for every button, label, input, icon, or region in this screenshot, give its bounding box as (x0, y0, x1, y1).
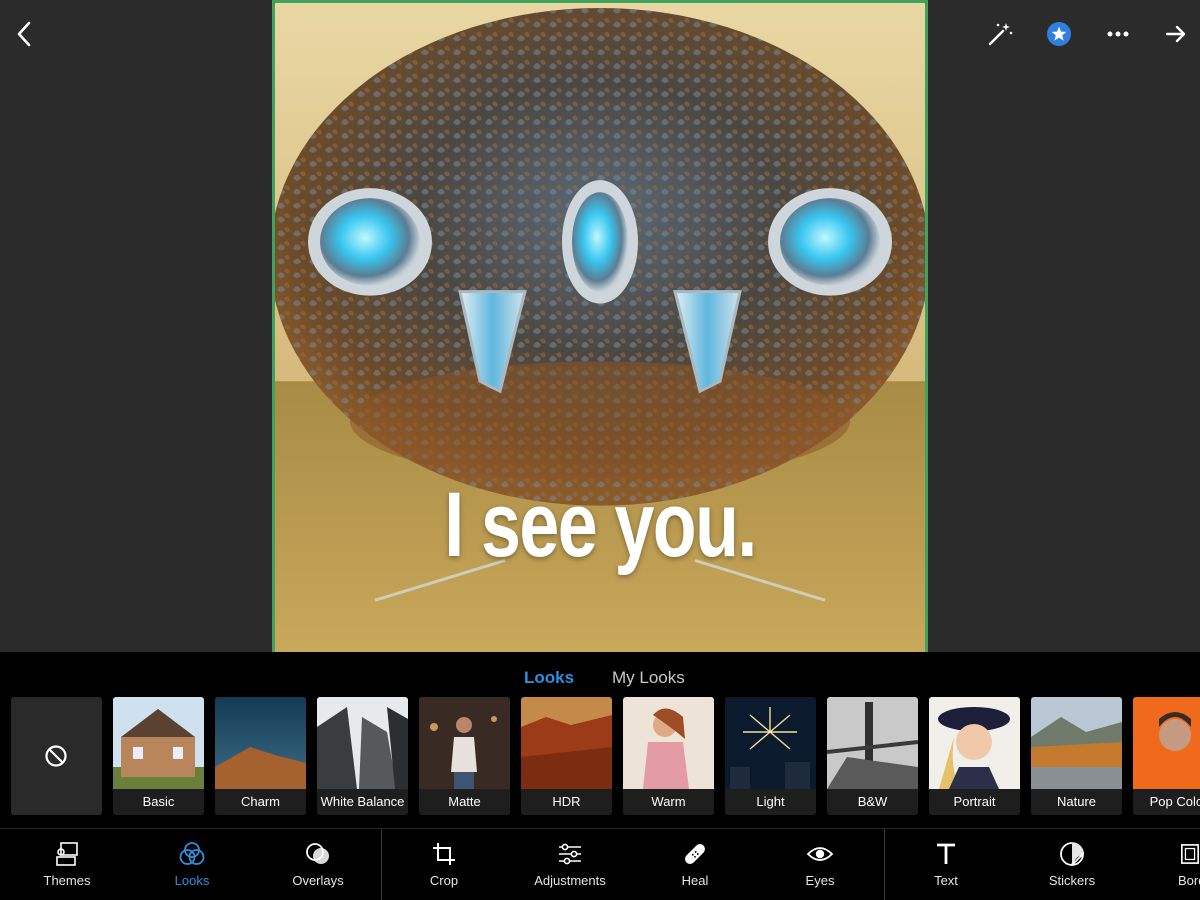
crop-icon (433, 843, 455, 865)
premium-button[interactable] (1039, 14, 1079, 54)
tool-label: Themes (43, 873, 91, 888)
tool-text[interactable]: Text (896, 839, 996, 895)
look-label: Nature (1031, 789, 1122, 815)
tool-adjustments[interactable]: Adjustments (520, 839, 620, 895)
looks-icon (179, 842, 205, 865)
bottom-toolbar: Themes Looks Overlays Crop Adjustments H… (0, 828, 1200, 900)
border-icon (1181, 844, 1199, 864)
tool-heal[interactable]: Heal (645, 839, 745, 895)
toolbar-divider (884, 829, 885, 900)
text-icon (937, 843, 955, 864)
next-button[interactable] (1156, 14, 1196, 54)
tool-label: Text (934, 873, 958, 888)
tool-themes[interactable]: Themes (17, 839, 117, 895)
tool-label: Adjustments (534, 873, 606, 888)
look-light[interactable]: Light (725, 697, 816, 815)
magic-wand-icon (988, 23, 1013, 46)
look-warm[interactable]: Warm (623, 697, 714, 815)
look-label: Warm (623, 789, 714, 815)
look-pop-color[interactable]: Pop Color (1133, 697, 1200, 815)
arrow-right-icon (1165, 25, 1186, 43)
eye-icon (806, 847, 834, 861)
look-label: Light (725, 789, 816, 815)
photo-canvas[interactable]: I see you. (272, 0, 928, 652)
tool-label: Looks (174, 873, 210, 888)
tool-borders[interactable]: Borders (1140, 839, 1200, 895)
look-label: HDR (521, 789, 612, 815)
adjustments-icon (559, 843, 581, 865)
look-basic[interactable]: Basic (113, 697, 204, 815)
tool-stickers[interactable]: Stickers (1022, 839, 1122, 895)
look-thumbnail (929, 697, 1020, 789)
sticker-icon (1060, 842, 1084, 866)
look-thumbnail (1031, 697, 1122, 789)
tool-label: Borders (1178, 873, 1200, 888)
look-thumbnail (827, 697, 918, 789)
auto-enhance-button[interactable] (980, 14, 1020, 54)
ellipsis-icon (1107, 31, 1129, 37)
back-button[interactable] (4, 14, 44, 54)
photo-caption-text[interactable]: I see you. (347, 473, 854, 578)
look-none[interactable] (11, 697, 102, 815)
look-thumbnail (317, 697, 408, 789)
look-bw[interactable]: B&W (827, 697, 918, 815)
look-charm[interactable]: Charm (215, 697, 306, 815)
overlays-icon (306, 843, 329, 864)
tool-label: Eyes (805, 873, 835, 888)
look-label: White Balance (317, 789, 408, 815)
tab-my-looks[interactable]: My Looks (612, 668, 685, 688)
look-thumbnail (725, 697, 816, 789)
look-label: Portrait (929, 789, 1020, 815)
look-nature[interactable]: Nature (1031, 697, 1122, 815)
look-thumbnail (521, 697, 612, 789)
tool-label: Crop (429, 873, 459, 888)
tool-eyes[interactable]: Eyes (770, 839, 870, 895)
look-thumbnail (113, 697, 204, 789)
look-label: B&W (827, 789, 918, 815)
look-thumbnail (1133, 697, 1200, 789)
tab-looks[interactable]: Looks (524, 668, 574, 688)
look-label: Charm (215, 789, 306, 815)
look-thumbnail (623, 697, 714, 789)
tool-crop[interactable]: Crop (394, 839, 494, 895)
tool-overlays[interactable]: Overlays (268, 839, 368, 895)
looks-panel: Looks My Looks Basic Charm White Balance… (0, 652, 1200, 828)
tool-label: Heal (681, 873, 709, 888)
tool-label: Stickers (1048, 873, 1096, 888)
look-white-balance[interactable]: White Balance (317, 697, 408, 815)
themes-icon (56, 842, 78, 866)
look-matte[interactable]: Matte (419, 697, 510, 815)
more-options-button[interactable] (1098, 14, 1138, 54)
look-hdr[interactable]: HDR (521, 697, 612, 815)
look-label: Basic (113, 789, 204, 815)
tool-looks[interactable]: Looks (142, 839, 242, 895)
look-thumbnail (419, 697, 510, 789)
looks-carousel[interactable]: Basic Charm White Balance Matte HDR Warm… (11, 697, 1200, 815)
toolbar-divider (381, 829, 382, 900)
star-badge-icon (1047, 22, 1071, 46)
looks-tabs: Looks My Looks (0, 668, 1200, 692)
bandage-icon (685, 844, 705, 864)
look-portrait[interactable]: Portrait (929, 697, 1020, 815)
look-thumbnail (215, 697, 306, 789)
tool-label: Overlays (292, 873, 344, 888)
no-filter-icon (45, 745, 67, 767)
chevron-left-icon (17, 21, 31, 47)
look-label: Matte (419, 789, 510, 815)
look-label: Pop Color (1133, 789, 1200, 815)
